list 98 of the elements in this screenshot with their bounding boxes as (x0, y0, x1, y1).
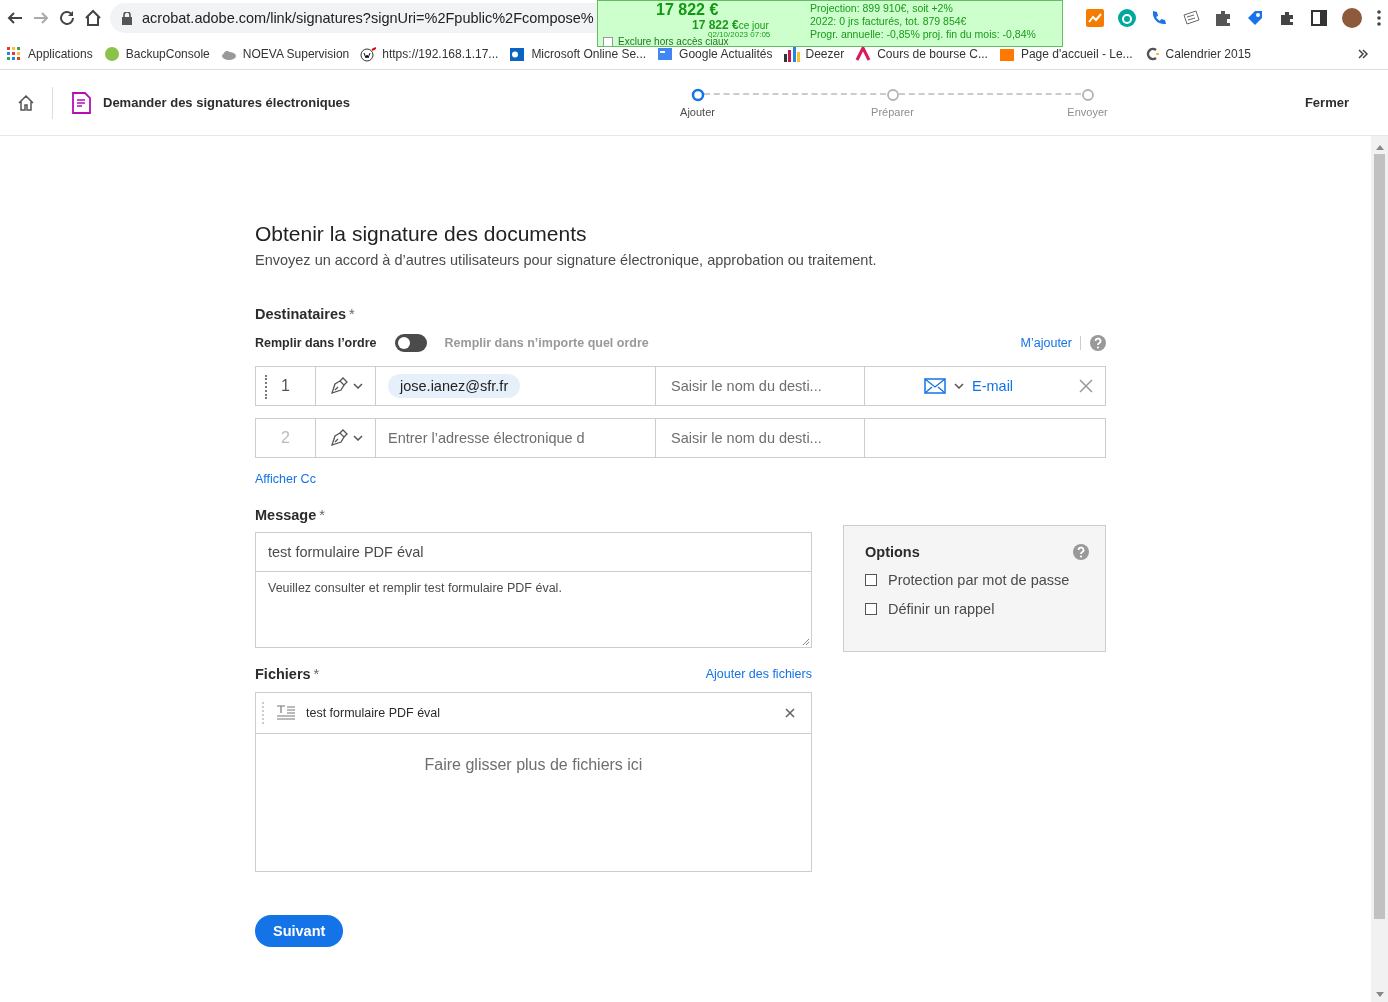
required-mark: * (313, 666, 320, 682)
side-panel-icon[interactable] (1310, 9, 1328, 27)
file-row[interactable]: test formulaire PDF éval (256, 693, 811, 734)
next-button[interactable]: Suivant (255, 915, 344, 947)
checkbox-label: Protection par mot de passe (888, 572, 1070, 588)
square-icon (998, 46, 1015, 62)
drop-zone[interactable]: test formulaire PDF éval Faire glisser plus de fichiers ici (255, 692, 812, 872)
home-icon[interactable] (17, 93, 35, 112)
required-mark: * (319, 507, 325, 523)
stat-line: Projection: 899 910€, soit +2% (810, 2, 954, 15)
close-button[interactable]: Fermer (1304, 95, 1349, 110)
avatar-icon[interactable] (1342, 8, 1362, 28)
bookmark[interactable]: BackupConsole (103, 46, 210, 62)
placeholder: Entrer l’adresse électronique d (388, 430, 585, 446)
help-icon[interactable] (1090, 335, 1106, 351)
envelope-icon (924, 378, 946, 394)
lock-icon (122, 11, 132, 25)
step-label: Préparer (871, 106, 914, 118)
chevron-down-icon (352, 383, 363, 389)
menu-icon[interactable] (1376, 9, 1382, 27)
bookmark[interactable]: Calendrier 2015 (1143, 46, 1251, 62)
home-icon[interactable] (84, 9, 102, 27)
stat-line: 2022: 0 jrs facturés, tot. 879 854€ (810, 15, 968, 28)
apps-grid-icon (6, 46, 22, 62)
stat-line: Progr. annuelle: -0,85% proj. fin du mois: -0,84% (810, 28, 1036, 41)
phone-icon[interactable] (1150, 9, 1168, 27)
step-label: Ajouter (680, 106, 715, 118)
remove-icon[interactable] (785, 708, 795, 718)
placeholder: Saisir le nom du desti... (671, 378, 822, 394)
form-title: Obtenir la signature des documents (255, 222, 588, 246)
toggle-label: Remplir dans l’ordre (255, 336, 377, 350)
mail-logo-icon (509, 46, 526, 62)
document-icon (71, 91, 91, 114)
reload-icon[interactable] (58, 9, 76, 27)
bookmark[interactable]: Microsoft Online Se... (509, 46, 647, 62)
ball-icon (103, 46, 120, 62)
chevron-icon[interactable] (1358, 49, 1368, 59)
section-label: Destinataires (255, 306, 347, 322)
row-number: 1 (281, 377, 290, 395)
bookmark[interactable]: Cours de bourse C... (855, 46, 988, 62)
options-title: Options (865, 544, 920, 560)
required-mark: * (349, 306, 355, 322)
w-logo-icon (360, 46, 377, 62)
toggle-switch[interactable] (394, 334, 427, 352)
row-number: 2 (281, 429, 290, 447)
drag-handle[interactable] (265, 375, 267, 399)
extensions-icon[interactable] (1278, 9, 1296, 27)
section-label: Message (255, 507, 317, 523)
delivery-dropdown[interactable]: E-mail (924, 378, 1014, 394)
email-chip[interactable]: jose.ianez@sfr.fr (388, 374, 521, 398)
drop-hint: Faire glisser plus de fichiers ici (423, 756, 644, 774)
toggle-label: Remplir dans n’importe quel ordre (444, 336, 649, 350)
page-title: Demander des signatures électroniques (103, 95, 351, 110)
timestamp: 02/10/2023 07:05 (708, 31, 771, 39)
pen-icon (328, 428, 349, 448)
add-files-link[interactable]: Ajouter des fichiers (705, 667, 812, 681)
checkbox[interactable] (865, 574, 877, 586)
subject-field[interactable]: test formulaire PDF éval (256, 533, 811, 572)
email-field[interactable]: Entrer l’adresse électronique d (376, 419, 656, 457)
checkbox[interactable] (603, 37, 613, 46)
bookmark[interactable]: Google Actualités (657, 46, 773, 62)
news-icon (657, 46, 674, 62)
message-field[interactable]: Veuillez consulter et remplir test formulaire PDF éval. (256, 572, 811, 647)
checkbox[interactable] (865, 603, 877, 615)
total-amount: 17 822 € (656, 2, 719, 18)
bookmark[interactable]: https://192.168.1.17... (360, 46, 499, 62)
bars-icon (783, 46, 800, 62)
arrow-up-icon[interactable] (1375, 144, 1384, 150)
chevron-down-icon (352, 435, 363, 441)
placeholder: Saisir le nom du desti... (671, 430, 822, 446)
close-icon[interactable] (1079, 379, 1093, 393)
url-text: acrobat.adobe.com/link/signatures?signUri=%2Fpublic%2Fcompose% (142, 10, 594, 26)
step-indicator[interactable] (690, 88, 705, 102)
bookmark[interactable]: Deezer (783, 46, 845, 62)
checkbox-label: Définir un rappel (888, 601, 995, 617)
swirl-icon (855, 46, 872, 62)
name-field[interactable]: Saisir le nom du desti... (656, 419, 865, 457)
name-field[interactable]: Saisir le nom du desti... (656, 367, 865, 405)
show-cc-link[interactable]: Afficher Cc (255, 472, 316, 486)
resize-grip-icon[interactable] (802, 638, 810, 646)
step-label: Envoyer (1067, 106, 1108, 118)
drag-handle[interactable] (262, 702, 266, 724)
bookmark[interactable]: NOEVA Supervision (220, 46, 350, 62)
chart-icon[interactable] (1086, 9, 1104, 27)
tag-icon[interactable] (1246, 9, 1264, 27)
note-icon[interactable] (1182, 9, 1200, 27)
bookmark[interactable]: Page d'accueil - Le... (998, 46, 1133, 62)
text-file-icon (276, 705, 296, 721)
form-subtitle: Envoyez un accord à d’autres utilisateurs pour signature électronique, approbation ou traitement. (255, 252, 878, 268)
puzzle-piece-icon[interactable] (1214, 9, 1232, 27)
help-icon[interactable] (1073, 544, 1089, 560)
arrow-down-icon[interactable] (1375, 992, 1384, 998)
add-me-link[interactable]: M’ajouter (1020, 336, 1081, 350)
bookmark[interactable]: Applications (6, 46, 93, 62)
checkbox-label: Exclure hors accès ciaux (618, 37, 729, 46)
chevron-down-icon (954, 383, 964, 389)
pen-icon (328, 376, 349, 396)
section-label: Fichiers (255, 666, 311, 682)
